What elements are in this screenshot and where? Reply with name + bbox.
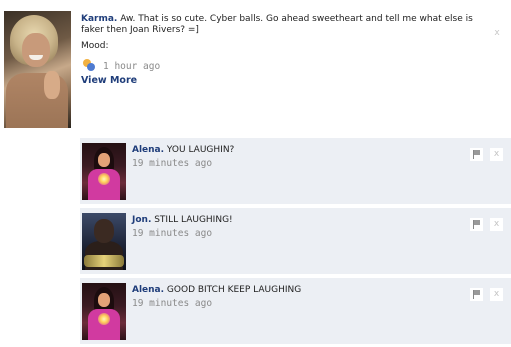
flag-icon[interactable] bbox=[470, 288, 483, 301]
avatar-face bbox=[22, 33, 50, 67]
close-icon[interactable]: x bbox=[492, 28, 502, 38]
comment-text-line: Alena. YOU LAUGHIN? bbox=[132, 145, 452, 156]
flag-icon[interactable] bbox=[470, 218, 483, 231]
avatar[interactable] bbox=[4, 11, 71, 128]
avatar[interactable] bbox=[82, 143, 126, 200]
comment-text: YOU LAUGHIN? bbox=[164, 145, 235, 155]
comment-author-link[interactable]: Alena. bbox=[132, 285, 164, 295]
comment-text: STILL LAUGHING! bbox=[151, 215, 233, 225]
comment-author-link[interactable]: Jon. bbox=[132, 215, 151, 225]
status-post: Karma. Aw. That is so cute. Cyber balls.… bbox=[0, 0, 511, 132]
mood-icon bbox=[81, 57, 95, 71]
post-text: Aw. That is so cute. Cyber balls. Go ahe… bbox=[81, 14, 473, 35]
comment-item: Alena. YOU LAUGHIN? 19 minutes ago x bbox=[80, 137, 511, 204]
comment-timestamp: 19 minutes ago bbox=[132, 158, 213, 169]
avatar[interactable] bbox=[82, 283, 126, 340]
post-body: Karma. Aw. That is so cute. Cyber balls.… bbox=[81, 14, 481, 36]
comment-author-link[interactable]: Alena. bbox=[132, 145, 164, 155]
close-icon[interactable]: x bbox=[490, 288, 503, 301]
post-timestamp: 1 hour ago bbox=[103, 61, 161, 72]
post-author-link[interactable]: Karma. bbox=[81, 14, 117, 24]
comment-list: Alena. YOU LAUGHIN? 19 minutes ago x Jon… bbox=[80, 137, 511, 347]
comment-item: Jon. STILL LAUGHING! 19 minutes ago x bbox=[80, 207, 511, 274]
close-icon[interactable]: x bbox=[490, 148, 503, 161]
comment-text-line: Jon. STILL LAUGHING! bbox=[132, 215, 452, 226]
close-icon[interactable]: x bbox=[490, 218, 503, 231]
avatar[interactable] bbox=[82, 213, 126, 270]
comment-timestamp: 19 minutes ago bbox=[132, 298, 213, 309]
comment-timestamp: 19 minutes ago bbox=[132, 228, 213, 239]
comment-item: Alena. GOOD BITCH KEEP LAUGHING 19 minut… bbox=[80, 277, 511, 344]
comment-text: GOOD BITCH KEEP LAUGHING bbox=[164, 285, 302, 295]
flag-icon[interactable] bbox=[470, 148, 483, 161]
comment-text-line: Alena. GOOD BITCH KEEP LAUGHING bbox=[132, 285, 452, 296]
mood-label: Mood: bbox=[81, 41, 109, 51]
view-more-link[interactable]: View More bbox=[81, 75, 137, 86]
avatar-hand bbox=[44, 71, 60, 99]
